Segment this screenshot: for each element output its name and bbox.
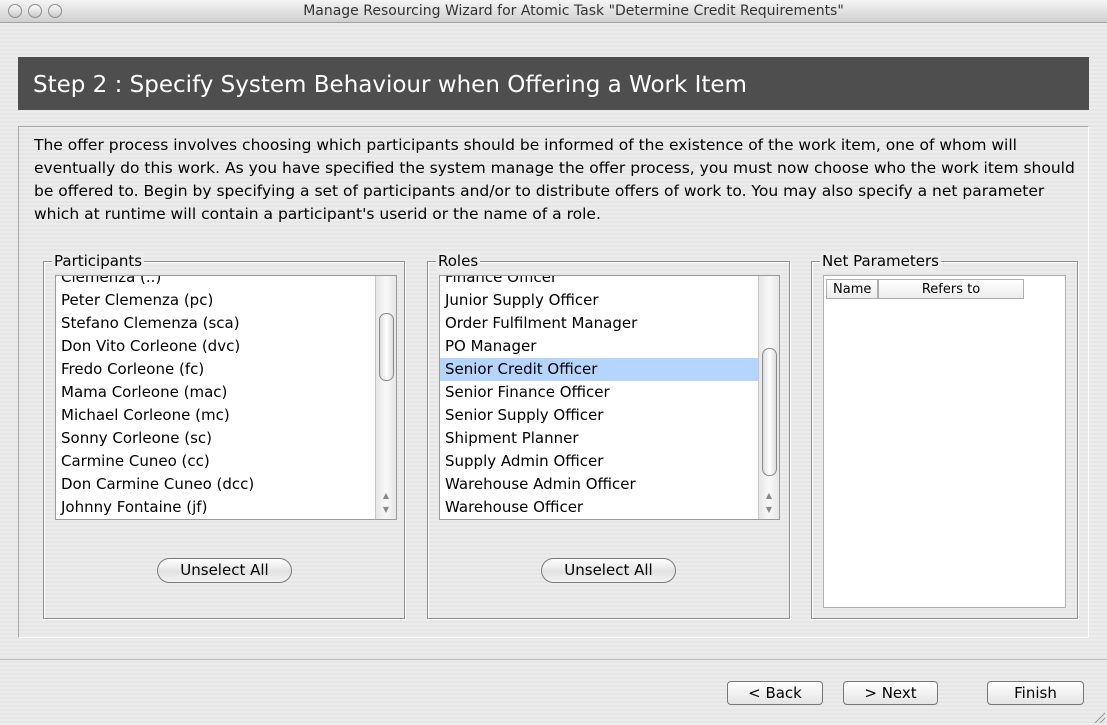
list-item[interactable]: Senior Finance Officer: [440, 381, 779, 404]
list-item[interactable]: Warehouse Admin Officer: [440, 473, 779, 496]
scroll-up-arrow-icon[interactable]: ▲: [759, 489, 779, 503]
list-item[interactable]: Carmine Cuneo (cc): [56, 450, 396, 473]
participants-scrollbar[interactable]: ▲ ▼: [375, 276, 396, 519]
roles-unselect-all-button[interactable]: Unselect All: [541, 558, 676, 583]
step-title: Step 2 : Specify System Behaviour when O…: [18, 57, 1089, 110]
participants-list[interactable]: Clemenza (..) Peter Clemenza (pc) Stefano …: [55, 275, 397, 520]
list-item[interactable]: Order Fulfilment Manager: [440, 312, 779, 335]
list-item[interactable]: Michael Corleone (mc): [56, 404, 396, 427]
list-item[interactable]: Peter Clemenza (pc): [56, 289, 396, 312]
list-item[interactable]: Finance Officer: [440, 276, 779, 289]
net-parameters-table[interactable]: [823, 275, 1066, 608]
window-titlebar: Manage Resourcing Wizard for Atomic Task…: [0, 0, 1107, 23]
list-item[interactable]: Johnny Fontaine (jf): [56, 496, 396, 519]
roles-label: Roles: [436, 251, 481, 271]
list-item[interactable]: Supply Admin Officer: [440, 450, 779, 473]
roles-list[interactable]: Finance Officer Junior Supply Officer Orde…: [439, 275, 780, 520]
participants-scroll-thumb[interactable]: [379, 313, 394, 381]
roles-scroll-thumb[interactable]: [762, 348, 777, 476]
list-item[interactable]: Shipment Planner: [440, 427, 779, 450]
column-name-header[interactable]: Name: [826, 279, 878, 299]
list-item[interactable]: Warehouse Officer: [440, 496, 779, 519]
finish-button[interactable]: Finish: [987, 681, 1084, 705]
net-parameters-label: Net Parameters: [820, 251, 941, 271]
list-item[interactable]: Don Vito Corleone (dvc): [56, 335, 396, 358]
list-item[interactable]: Sonny Corleone (sc): [56, 427, 396, 450]
list-item[interactable]: Mama Corleone (mac): [56, 381, 396, 404]
scroll-down-arrow-icon[interactable]: ▼: [376, 503, 396, 517]
scroll-down-arrow-icon[interactable]: ▼: [759, 503, 779, 517]
list-item[interactable]: Junior Supply Officer: [440, 289, 779, 312]
intro-text: The offer process involves choosing whic…: [34, 136, 1075, 223]
net-parameters-table-header: Name Refers to: [826, 279, 1024, 299]
participants-label: Participants: [52, 251, 145, 271]
next-button[interactable]: > Next: [843, 681, 938, 705]
window-title: Manage Resourcing Wizard for Atomic Task…: [303, 3, 844, 19]
list-item[interactable]: Don Carmine Cuneo (dcc): [56, 473, 396, 496]
participants-unselect-all-button[interactable]: Unselect All: [157, 558, 292, 583]
resize-grip-icon[interactable]: [1093, 711, 1105, 723]
back-button[interactable]: < Back: [727, 681, 823, 705]
list-item[interactable]: Senior Credit Officer: [440, 358, 779, 381]
list-item[interactable]: Senior Supply Officer: [440, 404, 779, 427]
roles-scrollbar[interactable]: ▲ ▼: [758, 276, 779, 519]
list-item[interactable]: Clemenza (..): [56, 276, 396, 289]
list-item[interactable]: Fredo Corleone (fc): [56, 358, 396, 381]
list-item[interactable]: Stefano Clemenza (sca): [56, 312, 396, 335]
footer-divider: [0, 659, 1107, 660]
list-item[interactable]: PO Manager: [440, 335, 779, 358]
column-refers-to-header[interactable]: Refers to: [878, 279, 1024, 299]
scroll-up-arrow-icon[interactable]: ▲: [376, 489, 396, 503]
